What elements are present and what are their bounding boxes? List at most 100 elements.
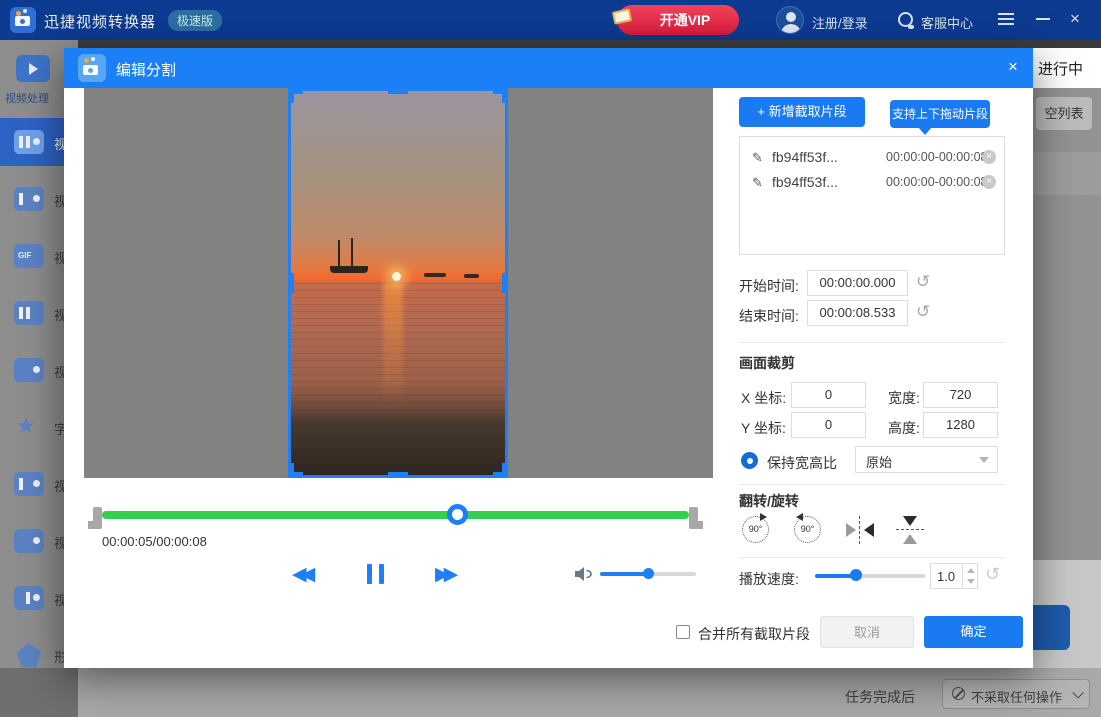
height-label: 高度: bbox=[888, 418, 920, 438]
y-coord-label: Y 坐标: bbox=[741, 418, 786, 438]
end-time-input[interactable]: 00:00:08.533 bbox=[807, 300, 908, 326]
merge-checkbox[interactable] bbox=[676, 625, 690, 639]
dialog-header: 编辑分割 × bbox=[64, 48, 1033, 88]
spin-up-icon[interactable] bbox=[967, 568, 975, 573]
pause-button[interactable] bbox=[367, 564, 384, 584]
film-splitter-icon bbox=[14, 130, 44, 154]
dialog-footer: 合并所有截取片段 取消 确定 bbox=[64, 600, 1033, 668]
empty-list-button[interactable]: 空列表 bbox=[1036, 97, 1092, 130]
dimmed-strip bbox=[1033, 40, 1101, 48]
rotate-cw-icon[interactable]: 90° bbox=[742, 516, 769, 543]
reset-speed-icon[interactable]: ↺ bbox=[985, 564, 1000, 585]
add-segment-button[interactable]: + 新增截取片段 bbox=[739, 97, 865, 127]
flip-horizontal-icon[interactable] bbox=[846, 516, 874, 544]
star-icon: ★ bbox=[14, 415, 44, 439]
app-window: 迅捷视频转换器 极速版 开通VIP 注册/登录 客服中心 × 视频处理 音 视 … bbox=[0, 0, 1101, 717]
menu-icon[interactable] bbox=[998, 13, 1014, 27]
sidebar-bottom bbox=[0, 668, 78, 717]
sun bbox=[392, 272, 401, 281]
video-processing-tab-icon bbox=[16, 55, 50, 82]
segment-row[interactable]: ✎ fb94ff53f... 00:00:00-00:00:08 × bbox=[746, 145, 998, 170]
spin-down-icon[interactable] bbox=[967, 579, 975, 584]
y-coord-input[interactable]: 0 bbox=[791, 412, 866, 438]
tab-in-progress[interactable]: 进行中 bbox=[1033, 48, 1101, 88]
minimize-button[interactable] bbox=[1036, 18, 1050, 20]
video-settings-icon bbox=[14, 586, 44, 610]
no-action-icon bbox=[952, 687, 965, 700]
fast-forward-button[interactable]: ▶▶ bbox=[435, 563, 452, 586]
speed-handle[interactable] bbox=[850, 569, 862, 581]
crop-handle[interactable] bbox=[493, 463, 508, 478]
crop-handle[interactable] bbox=[288, 88, 303, 103]
history-icon[interactable]: ↺ bbox=[916, 272, 930, 292]
screen-record-icon bbox=[14, 529, 44, 553]
trim-start-handle[interactable] bbox=[93, 507, 102, 529]
segment-name: fb94ff53f... bbox=[772, 170, 838, 195]
after-task-label: 任务完成后 bbox=[845, 687, 915, 707]
edition-badge: 极速版 bbox=[168, 10, 222, 31]
timeline-track[interactable] bbox=[102, 511, 689, 519]
gif-icon: GIF bbox=[14, 244, 44, 268]
crop-image-icon bbox=[14, 472, 44, 496]
sidebar-item-active[interactable]: 视 bbox=[0, 118, 74, 166]
drag-hint-tooltip: 支持上下拖动片段 bbox=[890, 100, 990, 128]
titlebar: 迅捷视频转换器 极速版 开通VIP 注册/登录 客服中心 × bbox=[0, 0, 1101, 40]
keep-aspect-radio[interactable] bbox=[741, 452, 758, 469]
playhead[interactable] bbox=[447, 504, 468, 525]
start-time-input[interactable]: 00:00:00.000 bbox=[807, 270, 908, 296]
flip-vertical-icon[interactable] bbox=[896, 516, 924, 544]
dimmed-strip bbox=[78, 40, 1033, 48]
segment-range: 00:00:00-00:00:08 bbox=[886, 170, 987, 195]
x-coord-input[interactable]: 0 bbox=[791, 382, 866, 408]
speed-spinner[interactable]: 1.0 bbox=[930, 563, 978, 589]
speed-label: 播放速度: bbox=[739, 569, 799, 589]
volume-handle[interactable] bbox=[643, 568, 654, 579]
rewind-button[interactable]: ◀◀ bbox=[292, 563, 309, 586]
crop-handle[interactable] bbox=[388, 472, 408, 478]
sun-reflection bbox=[383, 283, 403, 408]
crop-handle[interactable] bbox=[493, 88, 508, 103]
remove-segment-icon[interactable]: × bbox=[982, 150, 996, 164]
boat-silhouette bbox=[464, 274, 479, 278]
x-coord-label: X 坐标: bbox=[741, 388, 786, 408]
remove-segment-icon[interactable]: × bbox=[982, 175, 996, 189]
boat-silhouette bbox=[424, 273, 446, 277]
app-title: 迅捷视频转换器 bbox=[44, 11, 156, 32]
width-label: 宽度: bbox=[888, 388, 920, 408]
rotate-ccw-icon[interactable]: 90° bbox=[794, 516, 821, 543]
confirm-button[interactable]: 确定 bbox=[924, 616, 1023, 648]
dimmed-convert-button bbox=[1033, 605, 1070, 650]
crop-handle[interactable] bbox=[388, 88, 408, 94]
tab-video-processing[interactable]: 视频处理 bbox=[5, 90, 49, 106]
avatar[interactable] bbox=[776, 6, 804, 34]
segment-range: 00:00:00-00:00:08 bbox=[886, 145, 987, 170]
close-dialog-button[interactable]: × bbox=[1008, 57, 1018, 77]
pencil-icon[interactable]: ✎ bbox=[752, 170, 763, 195]
segment-name: fb94ff53f... bbox=[772, 145, 838, 170]
keep-aspect-label: 保持宽高比 bbox=[767, 453, 837, 473]
crop-handle[interactable] bbox=[288, 273, 294, 293]
segment-row[interactable]: ✎ fb94ff53f... 00:00:00-00:00:08 × bbox=[746, 170, 998, 195]
trim-end-handle[interactable] bbox=[689, 507, 698, 529]
height-input[interactable]: 1280 bbox=[923, 412, 998, 438]
close-window-button[interactable]: × bbox=[1070, 9, 1080, 29]
vip-button[interactable]: 开通VIP bbox=[617, 5, 739, 35]
history-icon[interactable]: ↺ bbox=[916, 302, 930, 322]
dimmed-panel bbox=[1033, 152, 1101, 195]
speaker-icon[interactable] bbox=[575, 566, 595, 587]
video-preview[interactable] bbox=[288, 88, 508, 478]
pencil-icon[interactable]: ✎ bbox=[752, 145, 763, 170]
width-input[interactable]: 720 bbox=[923, 382, 998, 408]
chevron-down-icon bbox=[1072, 687, 1083, 698]
crop-handle[interactable] bbox=[288, 463, 303, 478]
shape-icon bbox=[14, 643, 44, 667]
support-link[interactable]: 客服中心 bbox=[921, 13, 973, 32]
after-task-dropdown[interactable]: 不采取任何操作 bbox=[942, 679, 1090, 709]
login-link[interactable]: 注册/登录 bbox=[812, 13, 868, 32]
flip-section-title: 翻转/旋转 bbox=[739, 491, 799, 511]
cancel-button[interactable]: 取消 bbox=[820, 616, 914, 648]
aspect-ratio-select[interactable]: 原始 bbox=[855, 446, 998, 473]
divider bbox=[739, 557, 1005, 558]
start-time-label: 开始时间: bbox=[739, 276, 799, 296]
crop-handle[interactable] bbox=[502, 273, 508, 293]
